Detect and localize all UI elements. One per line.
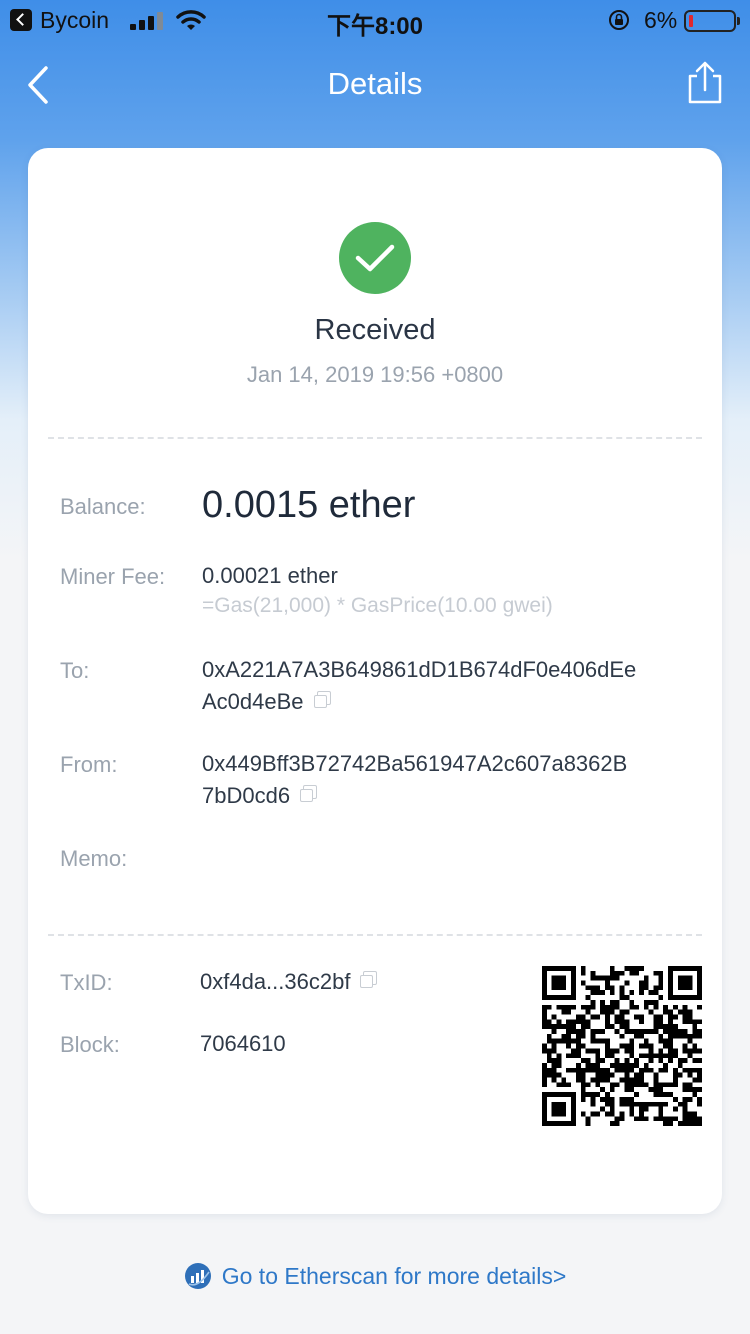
to-address-line2: Ac0d4eBe <box>202 686 636 718</box>
dashed-divider <box>48 437 702 439</box>
txid-text: 0xf4da...36c2bf <box>200 969 351 994</box>
to-address-line1: 0xA221A7A3B649861dD1B674dF0e406dEe <box>202 657 637 682</box>
miner-fee-formula: =Gas(21,000) * GasPrice(10.00 gwei) <box>202 594 553 617</box>
from-label: From: <box>60 752 118 777</box>
share-icon[interactable] <box>682 60 728 106</box>
transaction-status: Received <box>314 314 436 346</box>
txid-label: TxID: <box>60 970 113 995</box>
from-address-line1: 0x449Bff3B72742Ba561947A2c607a8362B <box>202 751 628 776</box>
nav-bar: Details <box>0 40 750 130</box>
copy-icon[interactable] <box>313 691 331 708</box>
memo-label: Memo: <box>60 846 128 871</box>
miner-fee-value: 0.00021 ether <box>202 563 338 588</box>
clock: 下午8:00 <box>326 13 424 40</box>
qr-code[interactable] <box>542 966 702 1126</box>
to-address[interactable]: 0xA221A7A3B649861dD1B674dF0e406dEe Ac0d4… <box>202 654 636 718</box>
miner-fee-label: Miner Fee: <box>60 564 166 589</box>
from-address-line2: 7bD0cd6 <box>202 780 627 812</box>
rotation-lock-icon <box>609 10 629 30</box>
success-check-icon <box>339 222 411 294</box>
etherscan-icon <box>184 1263 211 1289</box>
battery-icon <box>684 10 740 32</box>
from-address[interactable]: 0x449Bff3B72742Ba561947A2c607a8362B 7bD0… <box>202 748 627 812</box>
txid-value[interactable]: 0xf4da...36c2bf <box>200 966 378 998</box>
balance-label: Balance: <box>60 494 146 519</box>
status-bar: Bycoin 下午8:00 6% <box>0 0 750 40</box>
to-address-tail: Ac0d4eBe <box>202 689 304 714</box>
etherscan-link[interactable]: Go to Etherscan for more details> <box>0 1262 750 1296</box>
to-label: To: <box>60 658 90 683</box>
block-label: Block: <box>60 1032 120 1057</box>
transaction-date: Jan 14, 2019 19:56 +0800 <box>246 362 504 387</box>
copy-icon[interactable] <box>360 971 378 988</box>
balance-value: 0.0015 ether <box>202 484 416 526</box>
etherscan-link-text: Go to Etherscan for more details> <box>221 1263 567 1289</box>
dashed-divider <box>48 934 702 936</box>
page-title: Details <box>327 66 423 101</box>
block-value: 7064610 <box>200 1031 286 1056</box>
battery-percent: 6% <box>644 7 678 33</box>
from-address-tail: 7bD0cd6 <box>202 783 291 808</box>
transaction-card: Received Jan 14, 2019 19:56 +0800 Balanc… <box>28 148 722 1214</box>
copy-icon[interactable] <box>300 785 318 802</box>
